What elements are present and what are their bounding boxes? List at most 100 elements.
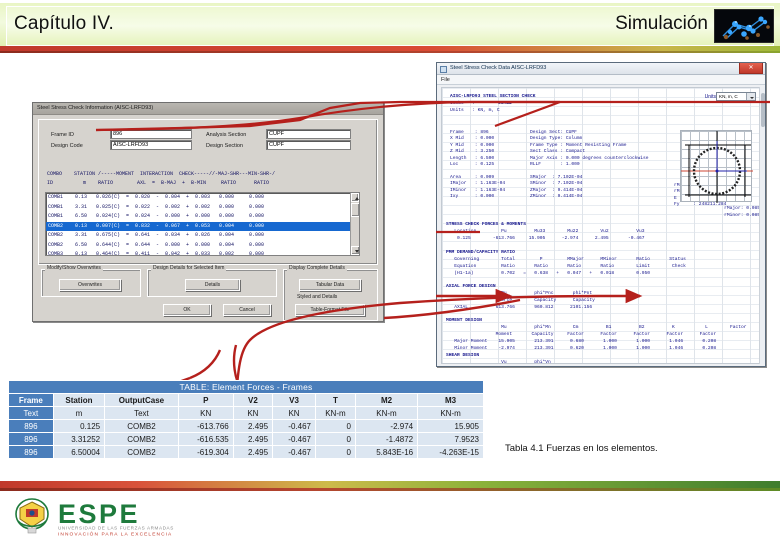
report-props-left: Frame : 896 X Mid : 0.000 Y Mid : 0.000 … (450, 130, 506, 200)
table-cell: 2.495 (232, 445, 274, 459)
moment-major-row: Major Moment 15.905 213.391 0.680 1.000 … (446, 339, 717, 344)
close-icon[interactable]: ✕ (739, 63, 763, 74)
table-row: 896 0.125 COMB2 -613.766 2.495 -0.467 0 -2.974 1… (8, 419, 484, 433)
listbox-scrollbar[interactable] (350, 193, 359, 255)
table-cell: COMB2 (104, 419, 179, 433)
axial-header2: Force Capacity Capacity (446, 298, 595, 303)
cancel-button[interactable]: Cancel (223, 304, 271, 316)
element-forces-table-wrapper: TABLE: Element Forces - Frames Frame Stat… (8, 380, 484, 459)
styled-details-label: Styled and Details (295, 294, 340, 300)
table-caption: Tabla 4.1 Fuerzas en los elementos. (505, 443, 658, 454)
shear-section-title: SHEAR DESIGN (446, 353, 480, 358)
table-column-header: T (314, 393, 356, 407)
axial-header1: Pu phi*Pnc phi*Pnt (446, 291, 593, 296)
report-canvas[interactable]: Units KN, m, C AISC-LRFD93 STEEL SECTION… (441, 87, 763, 364)
table-title: TABLE: Element Forces - Frames (8, 380, 484, 394)
frame-id-field[interactable]: 896 (110, 129, 192, 139)
listbox-row[interactable]: COMB1 6.50 0.024(C) = 0.024 - 0.000 + 0.… (46, 212, 359, 222)
steel-stress-check-data-window[interactable]: Steel Stress Check Data AISC-LRFD93 ✕ Fi… (436, 62, 766, 367)
forces-header: Location Pu Mu33 Mu22 Vu2 Vu3 (446, 229, 645, 234)
table-unit-cell: m (52, 406, 106, 420)
chevron-down-icon[interactable] (746, 93, 755, 100)
moment-minor-row: Minor Moment -2.974 213.391 0.620 1.000 … (446, 346, 717, 351)
table-cell: 6.50004 (52, 445, 106, 459)
details-button[interactable]: Details (185, 279, 240, 291)
slide-header: Capítulo IV. Simulación (0, 0, 780, 46)
frame-id-label: Frame ID (51, 132, 74, 138)
scroll-up-button[interactable] (351, 193, 359, 202)
table-unit-cell: KN (272, 406, 316, 420)
svg-text:UNIVERSIDAD DE LAS FUERZAS ARM: UNIVERSIDAD DE LAS FUERZAS ARMADAS (58, 526, 174, 531)
design-section-field[interactable]: CUPF (266, 140, 351, 150)
design-results-listbox[interactable]: COMB1 0.13 0.026(C) = 0.020 - 0.004 + 0.… (45, 192, 360, 256)
table-cell: -0.467 (272, 419, 316, 433)
table-cell: -4.263E-15 (417, 445, 484, 459)
table-cell: -0.467 (272, 445, 316, 459)
menu-bar[interactable]: File (437, 75, 765, 85)
units-label: Units (704, 94, 716, 100)
table-cell: 896 (8, 445, 54, 459)
window-title-text: Steel Stress Check Data AISC-LRFD93 (450, 65, 547, 71)
ok-button[interactable]: OK (163, 304, 211, 316)
listbox-row[interactable]: COMB3 0.13 0.464(C) = 0.411 - 0.042 + 0.… (46, 250, 359, 255)
table-cell: 896 (8, 432, 54, 446)
table-cell: 0 (314, 445, 356, 459)
table-column-header: V2 (232, 393, 274, 407)
table-column-header: Station (52, 393, 106, 407)
table-cell: -2.974 (354, 419, 419, 433)
report-combo-label: Combo : (450, 101, 475, 106)
3d-model-thumbnail-icon (714, 9, 774, 43)
units-selected-value: KN, m, C (719, 94, 738, 99)
table-row: 896 3.31252 COMB2 -616.535 2.495 -0.467 0 -1.48… (8, 432, 484, 446)
report-scrollbar[interactable] (759, 87, 765, 364)
listbox-row[interactable]: COMB1 0.13 0.026(C) = 0.020 - 0.004 + 0.… (46, 193, 359, 203)
table-cell: 5.843E-16 (354, 445, 419, 459)
table-unit-cell: Text (8, 406, 54, 420)
shear-header1: Vu phi*Vn (446, 360, 551, 364)
element-forces-table: TABLE: Element Forces - Frames Frame Stat… (8, 380, 484, 459)
axial-values: AXIAL 613.766 960.812 2101.156 (446, 305, 593, 310)
overwrites-group-label: Modify/Show Overwrites (45, 265, 103, 271)
complete-details-group-label: Display Complete Details (287, 265, 347, 271)
steel-stress-check-information-dialog[interactable]: Steel Stress Check Information (AISC-LRF… (32, 102, 384, 322)
table-column-header-row: Frame Station OutputCase P V2 V3 T M2 M3 (8, 393, 484, 407)
table-cell: 7.9523 (417, 432, 484, 446)
listbox-row[interactable]: COMB2 3.31 0.675(C) = 0.641 - 0.034 + 0.… (46, 231, 359, 241)
table-cell: 3.31252 (52, 432, 106, 446)
tabular-data-button[interactable]: Tabular Data (299, 279, 361, 291)
table-head: TABLE: Element Forces - Frames Frame Stat… (8, 380, 484, 420)
listbox-row[interactable]: COMB2 0.13 0.007(C) = 0.832 - 0.067 + 0.… (46, 221, 359, 231)
espe-logo: ESPE UNIVERSIDAD DE LAS FUERZAS ARMADAS … (10, 497, 220, 538)
units-dropdown[interactable]: KN, m, C (716, 92, 756, 101)
table-cell: COMB2 (104, 445, 179, 459)
analysis-section-field[interactable]: CUPF (266, 129, 351, 139)
window-title-bar: Steel Stress Check Data AISC-LRFD93 ✕ (437, 63, 765, 75)
table-cell: -613.766 (177, 419, 234, 433)
pmm-values: (H1-1a) 0.702 = 0.638 + 0.047 + 0.018 0.… (446, 271, 650, 276)
table-cell: 2.495 (232, 419, 274, 433)
forces-section-title: STRESS CHECK FORCES & MOMENTS (446, 222, 526, 227)
overwrites-button[interactable]: Overwrites (59, 279, 121, 291)
design-code-field[interactable]: AISC-LRFD93 (110, 140, 192, 150)
moment-section-title: MOMENT DESIGN (446, 318, 482, 323)
table-cell: -616.535 (177, 432, 234, 446)
scroll-down-button[interactable] (351, 246, 359, 255)
cross-section-diagram (680, 130, 753, 203)
forces-values: 0.125 -613.766 15.905 -2.974 2.495 -0.46… (446, 236, 645, 241)
scrollbar-thumb[interactable] (351, 203, 359, 217)
menu-item-file[interactable]: File (441, 77, 450, 83)
diagram-rmajor-label: rMajor: 0.085 (724, 206, 760, 211)
design-section-label: Design Section (206, 143, 243, 149)
table-cell: -0.467 (272, 432, 316, 446)
table-unit-cell: KN-m (314, 406, 356, 420)
listbox-row[interactable]: COMB1 3.31 0.025(C) = 0.022 - 0.002 + 0.… (46, 203, 359, 213)
analysis-section-label: Analysis Section (206, 132, 247, 138)
table-format-file-button[interactable]: Table-Format File (295, 304, 365, 316)
table-cell: -619.304 (177, 445, 234, 459)
table-cell: 15.905 (417, 419, 484, 433)
table-column-header: P (177, 393, 234, 407)
listbox-rows[interactable]: COMB1 0.13 0.026(C) = 0.020 - 0.004 + 0.… (46, 193, 359, 255)
listbox-row[interactable]: COMB2 6.50 0.644(C) = 0.644 - 0.000 + 0.… (46, 241, 359, 251)
page-title: Capítulo IV. (14, 13, 114, 34)
moment-header2: Moment Capacity Factor Factor Factor Fac… (446, 332, 717, 337)
